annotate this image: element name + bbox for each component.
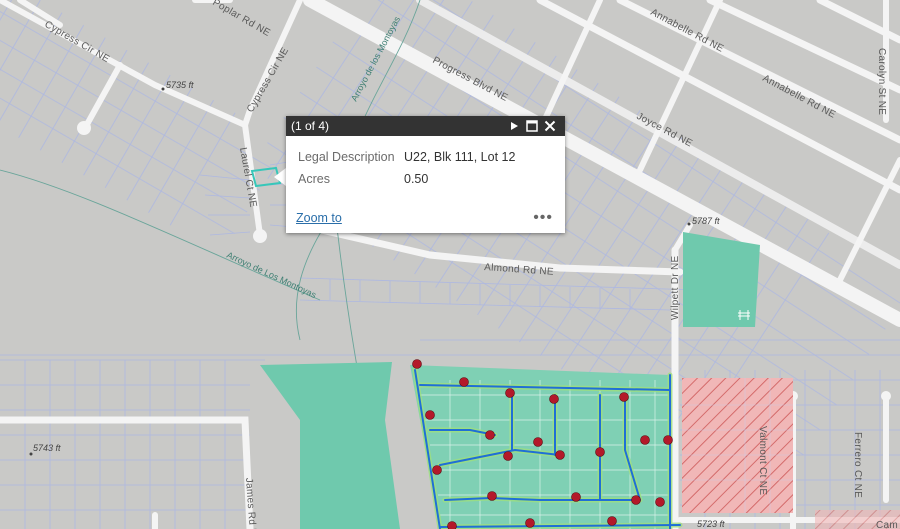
attr-row-legal-description: Legal Description U22, Blk 111, Lot 12 bbox=[298, 146, 553, 168]
popup-feature-count: (1 of 4) bbox=[291, 119, 330, 133]
label-wilpett-dr: Wilpett Dr NE bbox=[670, 256, 681, 320]
attr-value: U22, Blk 111, Lot 12 bbox=[404, 150, 516, 164]
label-valmont-ct: Valmont Ct NE bbox=[757, 426, 768, 495]
popup-footer: Zoom to ••• bbox=[296, 209, 553, 227]
popup-header: (1 of 4) bbox=[286, 116, 565, 136]
elev-4: 5723 ft bbox=[697, 519, 725, 529]
elev-2: 5787 ft bbox=[692, 216, 720, 226]
close-icon bbox=[544, 120, 556, 132]
elev-3: 5743 ft bbox=[33, 443, 61, 453]
popup-attributes: Legal Description U22, Blk 111, Lot 12 A… bbox=[286, 136, 565, 190]
popup-pointer bbox=[274, 168, 286, 186]
label-cam: Cam bbox=[876, 520, 898, 529]
zoom-to-link[interactable]: Zoom to bbox=[296, 211, 342, 225]
more-actions-button[interactable]: ••• bbox=[533, 209, 553, 227]
play-icon bbox=[511, 122, 518, 130]
maximize-icon bbox=[526, 120, 538, 132]
elev-1: 5735 ft bbox=[166, 80, 194, 90]
attr-label: Acres bbox=[298, 172, 330, 186]
attr-value: 0.50 bbox=[404, 172, 429, 186]
attr-row-acres: Acres 0.50 bbox=[298, 168, 553, 190]
map-canvas[interactable]: Cypress Cir NE Poplar Rd NE Cypress Cir … bbox=[0, 0, 900, 529]
attr-label: Legal Description bbox=[298, 150, 395, 164]
maximize-button[interactable] bbox=[523, 117, 541, 135]
next-feature-button[interactable] bbox=[505, 117, 523, 135]
close-button[interactable] bbox=[541, 117, 559, 135]
feature-popup: (1 of 4) Legal Description U22, Blk 111,… bbox=[286, 116, 565, 233]
label-carolyn-st: Carolyn St NE bbox=[876, 48, 887, 115]
label-ferrero-ct: Ferrero Ct NE bbox=[852, 432, 863, 498]
hatched-parcel[interactable] bbox=[682, 378, 793, 513]
